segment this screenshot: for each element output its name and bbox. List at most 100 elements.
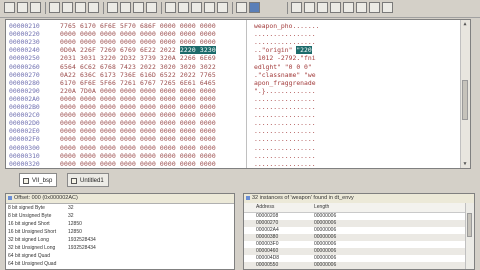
row-hex[interactable]: 0000 0000 0000 0000 0000 0000 0000 0000 bbox=[60, 95, 216, 103]
row-hex[interactable]: 0000 0000 0000 0000 0000 0000 0000 0000 bbox=[60, 144, 216, 152]
hex-row[interactable]: 000002B0 0000 0000 0000 0000 0000 0000 00… bbox=[6, 103, 462, 111]
hex-editor[interactable]: 00000210 7765 6170 6F6E 5F70 686F 0000 00… bbox=[5, 19, 471, 169]
row-ascii[interactable]: ................ bbox=[254, 119, 316, 127]
row-hex[interactable]: 0000 0000 0000 0000 0000 0000 0000 0000 bbox=[60, 111, 216, 119]
selected-bytes[interactable]: 2220 3230 bbox=[179, 46, 216, 55]
inspector-row[interactable]: 8 bit Unsigned Byte 32 bbox=[6, 213, 226, 221]
paste-icon[interactable] bbox=[75, 2, 86, 13]
row-ascii[interactable]: weapon_pho....... bbox=[254, 22, 319, 30]
compare-icon[interactable] bbox=[317, 2, 328, 13]
address-column-header[interactable]: Address bbox=[256, 203, 274, 212]
row-ascii[interactable]: ................ bbox=[254, 111, 316, 119]
row-hex[interactable]: 0000 0000 0000 0000 0000 0000 0000 0000 bbox=[60, 160, 216, 168]
row-hex[interactable]: 220A 7D0A 0000 0000 0000 0000 0000 0000 bbox=[60, 87, 216, 95]
find-next-icon[interactable] bbox=[120, 2, 131, 13]
replace-icon[interactable] bbox=[133, 2, 144, 13]
hex-row[interactable]: 00000230 0000 0000 0000 0000 0000 0000 00… bbox=[6, 38, 462, 46]
bookmark-icon[interactable] bbox=[165, 2, 176, 13]
hex-row[interactable]: 00000240 0D0A 226F 7269 6769 6E22 2022 22… bbox=[6, 46, 462, 55]
row-hex[interactable]: 0A22 636C 6173 736E 616D 6522 2022 7765 bbox=[60, 71, 216, 79]
display-mode-icon[interactable] bbox=[249, 2, 260, 13]
row-hex[interactable]: 0000 0000 0000 0000 0000 0000 0000 0000 bbox=[60, 119, 216, 127]
row-hex[interactable]: 0000 0000 0000 0000 0000 0000 0000 0000 bbox=[60, 30, 216, 38]
copy-hex-icon[interactable] bbox=[291, 2, 302, 13]
row-hex[interactable]: 6564 6C62 6768 7423 2022 3020 3020 3022 bbox=[60, 63, 216, 71]
undo-icon[interactable] bbox=[88, 2, 99, 13]
hex-row[interactable]: 00000290 220A 7D0A 0000 0000 0000 0000 00… bbox=[6, 87, 462, 95]
tab-untitled1[interactable]: Untitled1 bbox=[67, 173, 109, 187]
hex-row[interactable]: 00000260 6564 6C62 6768 7423 2022 3020 30… bbox=[6, 63, 462, 71]
prev-bookmark-icon[interactable] bbox=[178, 2, 189, 13]
goto-icon[interactable] bbox=[146, 2, 157, 13]
hex-row[interactable]: 00000310 0000 0000 0000 0000 0000 0000 00… bbox=[6, 152, 462, 160]
row-ascii[interactable]: .."origin" "220 bbox=[254, 46, 312, 55]
hex-icon[interactable] bbox=[356, 2, 367, 13]
inspector-row[interactable]: 32 bit Unsigned Long 1932528434 bbox=[6, 245, 226, 253]
results-scroll-thumb[interactable] bbox=[467, 213, 472, 237]
hex-row[interactable]: 000002E0 0000 0000 0000 0000 0000 0000 00… bbox=[6, 127, 462, 135]
row-ascii[interactable]: ................ bbox=[254, 38, 316, 46]
inspector-row[interactable]: 32 bit signed Long 1932528434 bbox=[6, 237, 226, 245]
hex-row[interactable]: 00000280 6170 6F6E 5F66 7261 6767 7265 6E… bbox=[6, 79, 462, 87]
copy-icon[interactable] bbox=[62, 2, 73, 13]
result-row[interactable]: 00000460 00000006 bbox=[244, 248, 465, 255]
checksum-icon[interactable] bbox=[330, 2, 341, 13]
row-hex[interactable]: 6170 6F6E 5F66 7261 6767 7265 6E61 6465 bbox=[60, 79, 216, 87]
row-ascii[interactable]: ."classname" "we bbox=[254, 71, 316, 79]
result-row[interactable]: 000002A4 00000006 bbox=[244, 227, 465, 234]
scroll-up-icon[interactable]: ▲ bbox=[462, 21, 468, 27]
result-row[interactable]: 00000208 00000006 bbox=[244, 213, 465, 220]
hex-row[interactable]: 000002A0 0000 0000 0000 0000 0000 0000 00… bbox=[6, 95, 462, 103]
row-ascii[interactable]: ................ bbox=[254, 160, 316, 168]
open-file-icon[interactable] bbox=[17, 2, 28, 13]
row-hex[interactable]: 0D0A 226F 7269 6769 6E22 2022 2220 3230 bbox=[60, 46, 216, 55]
insert-mode-icon[interactable] bbox=[217, 2, 228, 13]
length-column-header[interactable]: Length bbox=[314, 203, 329, 212]
hex-row[interactable]: 00000270 0A22 636C 6173 736E 616D 6522 20… bbox=[6, 71, 462, 79]
row-ascii[interactable]: edlght" "0 0 0" bbox=[254, 63, 312, 71]
row-hex[interactable]: 7765 6170 6F6E 5F70 686F 0000 0000 0000 bbox=[60, 22, 216, 30]
row-hex[interactable]: 0000 0000 0000 0000 0000 0000 0000 0000 bbox=[60, 127, 216, 135]
scroll-thumb[interactable] bbox=[462, 80, 468, 120]
window-icon[interactable] bbox=[382, 2, 393, 13]
inspector-row[interactable]: 16 bit signed Short 12850 bbox=[6, 221, 226, 229]
row-ascii[interactable]: ................ bbox=[254, 135, 316, 143]
properties-icon[interactable] bbox=[304, 2, 315, 13]
row-ascii[interactable]: ................ bbox=[254, 103, 316, 111]
result-row[interactable]: 00000550 00000006 bbox=[244, 262, 465, 269]
row-ascii[interactable]: ................ bbox=[254, 127, 316, 135]
help-icon[interactable] bbox=[236, 2, 247, 13]
result-row[interactable]: 00000380 00000006 bbox=[244, 234, 465, 241]
row-ascii[interactable]: ".}............. bbox=[254, 87, 316, 95]
row-ascii[interactable]: ................ bbox=[254, 144, 316, 152]
hex-row[interactable]: 00000250 2031 3031 3220 2D32 3739 320A 22… bbox=[6, 54, 462, 62]
hex-row[interactable]: 000002D0 0000 0000 0000 0000 0000 0000 00… bbox=[6, 119, 462, 127]
hex-row[interactable]: 00000320 0000 0000 0000 0000 0000 0000 00… bbox=[6, 160, 462, 168]
hex-row[interactable]: 000002C0 0000 0000 0000 0000 0000 0000 00… bbox=[6, 111, 462, 119]
row-hex[interactable]: 0000 0000 0000 0000 0000 0000 0000 0000 bbox=[60, 135, 216, 143]
results-scrollbar[interactable] bbox=[465, 203, 474, 269]
hex-row[interactable]: 00000300 0000 0000 0000 0000 0000 0000 00… bbox=[6, 144, 462, 152]
new-file-icon[interactable] bbox=[4, 2, 15, 13]
row-hex[interactable]: 0000 0000 0000 0000 0000 0000 0000 0000 bbox=[60, 38, 216, 46]
calculator-icon[interactable] bbox=[343, 2, 354, 13]
hex-row[interactable]: 00000210 7765 6170 6F6E 5F70 686F 0000 00… bbox=[6, 22, 462, 30]
hex-row[interactable]: 00000220 0000 0000 0000 0000 0000 0000 00… bbox=[6, 30, 462, 38]
next-bookmark-icon[interactable] bbox=[191, 2, 202, 13]
decimal-icon[interactable] bbox=[369, 2, 380, 13]
inspector-row[interactable]: 64 bit signed Quad bbox=[6, 253, 226, 261]
inspector-row[interactable]: 16 bit Unsigned Short 12850 bbox=[6, 229, 226, 237]
row-hex[interactable]: 0000 0000 0000 0000 0000 0000 0000 0000 bbox=[60, 152, 216, 160]
clear-bookmarks-icon[interactable] bbox=[204, 2, 215, 13]
result-row[interactable]: 00000270 00000006 bbox=[244, 220, 465, 227]
cut-icon[interactable] bbox=[49, 2, 60, 13]
row-hex[interactable]: 0000 0000 0000 0000 0000 0000 0000 0000 bbox=[60, 103, 216, 111]
vertical-scrollbar[interactable]: ▲ ▼ bbox=[460, 20, 470, 168]
row-ascii[interactable]: apon_fraggrenade bbox=[254, 79, 316, 87]
save-icon[interactable] bbox=[30, 2, 41, 13]
scroll-down-icon[interactable]: ▼ bbox=[462, 161, 468, 167]
selected-ascii[interactable]: "220 bbox=[296, 46, 312, 55]
row-ascii[interactable]: ................ bbox=[254, 95, 316, 103]
row-ascii[interactable]: ................ bbox=[254, 152, 316, 160]
row-ascii[interactable]: 1012 -2792."fni bbox=[254, 54, 316, 62]
